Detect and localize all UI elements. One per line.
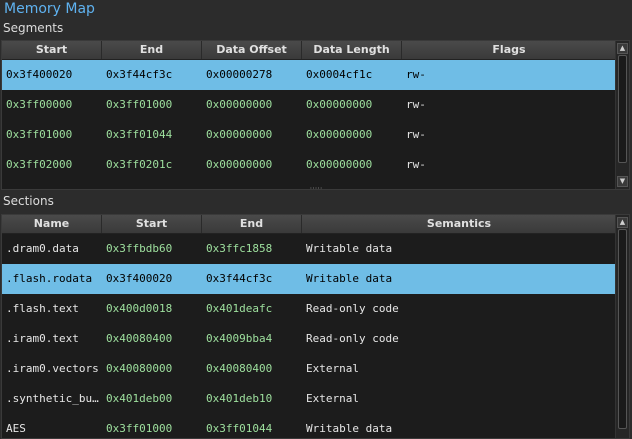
section-start: 0x401deb00 (106, 392, 173, 405)
segment-start: 0x3f400020 (6, 68, 73, 81)
section-semantics: Writable data (306, 242, 393, 255)
section-name: .iram0.vectors (6, 362, 99, 375)
section-end: 0x4009bba4 (206, 332, 273, 345)
section-end: 0x3ff01044 (206, 422, 273, 435)
splitter-grip-icon[interactable]: ····· (306, 185, 326, 193)
section-start: 0x40080400 (106, 332, 173, 345)
col-start[interactable]: Start (2, 41, 102, 59)
section-start: 0x3ff01000 (106, 422, 173, 435)
sections-label: Sections (3, 194, 54, 208)
section-end: 0x3f44cf3c (206, 272, 273, 285)
section-start: 0x3f400020 (106, 272, 173, 285)
arrow-up-icon[interactable]: ▲ (617, 217, 628, 228)
segment-offset: 0x00000000 (206, 158, 273, 171)
section-end: 0x3ffc1858 (206, 242, 273, 255)
col-semantics[interactable]: Semantics (302, 215, 617, 233)
arrow-down-icon[interactable]: ▼ (617, 176, 628, 187)
col-name[interactable]: Name (2, 215, 102, 233)
segments-scrollbar[interactable]: ▲ ▼ (615, 41, 629, 189)
segment-start: 0x3ff01000 (6, 128, 73, 141)
section-name: .flash.text (6, 302, 79, 315)
col-end[interactable]: End (102, 41, 202, 59)
segment-length: 0x00000000 (306, 128, 373, 141)
segment-offset: 0x00000278 (206, 68, 273, 81)
section-name: .synthetic_bu… (6, 392, 99, 405)
section-row[interactable]: .synthetic_bu… 0x401deb00 0x401deb10 Extern… (2, 384, 617, 414)
section-semantics: External (306, 392, 359, 405)
segment-offset: 0x00000000 (206, 98, 273, 111)
segment-flags: rw- (406, 68, 426, 81)
arrow-up-icon[interactable]: ▲ (617, 43, 628, 54)
scroll-thumb[interactable] (618, 229, 627, 429)
section-end: 0x401deb10 (206, 392, 273, 405)
section-start: 0x400d0018 (106, 302, 173, 315)
section-semantics: Read-only code (306, 332, 399, 345)
segment-end: 0x3ff0201c (106, 158, 173, 171)
section-row[interactable]: .flash.rodata 0x3f400020 0x3f44cf3c Writabl… (2, 264, 617, 294)
segments-label: Segments (3, 21, 64, 35)
section-semantics: External (306, 362, 359, 375)
segment-row[interactable]: 0x3ff00000 0x3ff01000 0x00000000 0x00000000… (2, 90, 617, 120)
sections-header: Name Start End Semantics (2, 215, 617, 234)
section-row[interactable]: AES 0x3ff01000 0x3ff01044 Writable data (2, 414, 617, 438)
section-row[interactable]: .iram0.text 0x40080400 0x4009bba4 Read-only… (2, 324, 617, 354)
col-data-length[interactable]: Data Length (302, 41, 402, 59)
segment-row[interactable]: 0x3f400020 0x3f44cf3c 0x00000278 0x0004cf1c… (2, 60, 617, 90)
section-semantics: Writable data (306, 422, 393, 435)
segment-end: 0x3f44cf3c (106, 68, 173, 81)
sections-scrollbar[interactable]: ▲ (615, 215, 629, 438)
section-row[interactable]: .dram0.data 0x3ffbdb60 0x3ffc1858 Writable … (2, 234, 617, 264)
section-name: .iram0.text (6, 332, 79, 345)
segment-length: 0x00000000 (306, 98, 373, 111)
segment-start: 0x3ff00000 (6, 98, 73, 111)
section-row[interactable]: .flash.text 0x400d0018 0x401deafc Read-only… (2, 294, 617, 324)
section-row[interactable]: .iram0.vectors 0x40080000 0x40080400 Extern… (2, 354, 617, 384)
section-start: 0x40080000 (106, 362, 173, 375)
section-start: 0x3ffbdb60 (106, 242, 173, 255)
sections-table[interactable]: Name Start End Semantics .dram0.data 0x3f… (1, 214, 630, 439)
segment-start: 0x3ff02000 (6, 158, 73, 171)
segment-flags: rw- (406, 98, 426, 111)
col-flags[interactable]: Flags (402, 41, 617, 59)
section-end: 0x401deafc (206, 302, 273, 315)
window-title: Memory Map (4, 1, 95, 17)
section-name: AES (6, 422, 26, 435)
segment-row[interactable]: 0x3ff01000 0x3ff01044 0x00000000 0x00000000… (2, 120, 617, 150)
segment-length: 0x00000000 (306, 158, 373, 171)
segments-table[interactable]: Start End Data Offset Data Length Flags … (1, 40, 630, 190)
col-end[interactable]: End (202, 215, 302, 233)
section-name: .dram0.data (6, 242, 79, 255)
segment-row[interactable]: 0x3ff02000 0x3ff0201c 0x00000000 0x00000000… (2, 150, 617, 180)
section-name: .flash.rodata (6, 272, 93, 285)
segment-end: 0x3ff01000 (106, 98, 173, 111)
segment-offset: 0x00000000 (206, 128, 273, 141)
col-start[interactable]: Start (102, 215, 202, 233)
segments-header: Start End Data Offset Data Length Flags (2, 41, 617, 60)
segment-end: 0x3ff01044 (106, 128, 173, 141)
segment-flags: rw- (406, 128, 426, 141)
section-semantics: Writable data (306, 272, 393, 285)
section-semantics: Read-only code (306, 302, 399, 315)
section-end: 0x40080400 (206, 362, 273, 375)
segment-length: 0x0004cf1c (306, 68, 373, 81)
col-data-offset[interactable]: Data Offset (202, 41, 302, 59)
scroll-thumb[interactable] (618, 55, 627, 163)
segment-flags: rw- (406, 158, 426, 171)
